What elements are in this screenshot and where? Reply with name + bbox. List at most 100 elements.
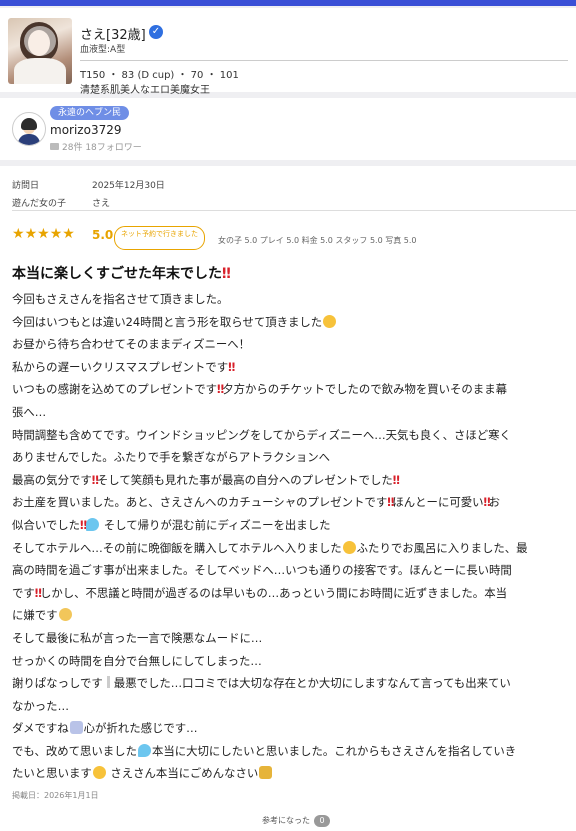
sub-scores: 女の子 5.0 プレイ 5.0 料金 5.0 スタッフ 5.0 写真 5.0 xyxy=(218,236,417,245)
review-body-line: たいと思います さえさん本当にごめんなさい xyxy=(12,762,576,785)
double-exclamation-icon: ‼ xyxy=(80,517,87,532)
review-body-line: に嫌です xyxy=(12,604,576,627)
rating-score: 5.0 xyxy=(92,228,114,242)
reviewer-rank-badge: 永遠のヘブン民 xyxy=(50,106,130,120)
review-text: 最高の気分です xyxy=(12,472,92,487)
review-text: 今回はいつもとは違い24時間と言う形を取らせて頂きました xyxy=(12,314,323,329)
review-text: なかった… xyxy=(12,698,69,713)
review-text: 最悪でした…口コミでは大切な存在とか大切にしますなんて言っても出来てい xyxy=(113,676,511,691)
review-text: ふたりでお風呂に入りました、最 xyxy=(356,540,528,555)
helpful-count: 0 xyxy=(314,815,330,827)
review-text: ダメですね xyxy=(12,721,69,736)
review-text: です xyxy=(12,585,35,600)
review-body-line: でも、改めて思いました 本当に大切にしたいと思いました。これからもさえさんを指名し… xyxy=(12,740,576,763)
review-text: に嫌です xyxy=(12,608,58,623)
review-body-line: 私からの遅ーいクリスマスプレゼントです‼ xyxy=(12,356,576,379)
review-text: お xyxy=(488,495,501,510)
blood-type: 血液型:A型 xyxy=(80,45,126,55)
review-text: ほんとーに可愛い xyxy=(392,495,484,510)
review-text: 謝りぱなっしです xyxy=(12,676,103,691)
review-body-line: 今回はいつもとは違い24時間と言う形を取らせて頂きました xyxy=(12,311,576,334)
face-emoji-icon xyxy=(92,766,106,780)
girl-label: 遊んだ女の子 xyxy=(12,199,67,209)
review-body-line: お昼から待ち合わせてそのままディズニーへ！ xyxy=(12,333,576,356)
reviewer-card[interactable]: 永遠のヘブン民 morizo3729 28件 18フォロワー xyxy=(0,98,576,160)
review-text: そしてホテルへ…その前に晩御飯を購入してホテルへ入りました xyxy=(12,540,342,555)
review-body-line: せっかくの時間を自分で台無しにしてしまった… xyxy=(12,650,576,673)
visit-date: 2025年12月30日 xyxy=(92,181,165,191)
girl-profile-card[interactable]: さえ[32歳] ✓ 血液型:A型 T150 ・ 83 (D cup) ・ 70 … xyxy=(0,8,576,96)
review-text: 夕方からのチケットでしたので飲み物を買いそのまま幕 xyxy=(222,382,507,397)
girl-name[interactable]: さえ[32歳] xyxy=(80,24,146,43)
reviewer-stats-text: 28件 18フォロワー xyxy=(62,143,142,153)
review-body-line: いつもの感謝を込めてのプレゼントです‼夕方からのチケットでしたので飲み物を買いそ… xyxy=(12,378,576,401)
review-card: 訪問日 2025年12月30日 遊んだ女の子 さえ ★★★★★ 5.0 ネット予… xyxy=(0,166,576,831)
star-rating: ★★★★★ xyxy=(12,226,75,242)
review-text: 似合いでした xyxy=(12,517,81,532)
review-text: しかし、不思議と時間が過ぎるのは早いもの…あっという間にお時間に近ずきました。本… xyxy=(39,585,507,600)
bolt-emoji-icon xyxy=(106,676,110,689)
profile-divider xyxy=(80,60,568,61)
review-text: いつもの感謝を込めてのプレゼントです xyxy=(12,382,218,397)
review-text: 心が折れた感じです… xyxy=(83,721,198,736)
review-text: お土産を買いました。あと、さえさんへのカチューシャのプレゼントです xyxy=(12,495,388,510)
review-text: たいと思います xyxy=(12,766,92,781)
face-emoji-icon xyxy=(323,314,337,328)
star-icon: ★ xyxy=(49,226,63,242)
double-exclamation-icon: ‼ xyxy=(392,472,400,487)
reviewer-username[interactable]: morizo3729 xyxy=(50,123,121,137)
review-title-text: 本当に楽しくすごせた年末でした xyxy=(12,266,222,282)
review-body-line: 高の時間を過ごす事が出来ました。そしてベッドへ…いつも通りの接客です。ほんとーに… xyxy=(12,559,576,582)
review-body-line: そして最後に私が言った一言で険悪なムードに… xyxy=(12,627,576,650)
star-icon: ★ xyxy=(12,226,25,242)
review-text: 張へ… xyxy=(12,404,47,419)
double-exclamation-icon: ‼ xyxy=(222,266,231,282)
girl-specs: T150 ・ 83 (D cup) ・ 70 ・ 101 xyxy=(80,70,239,81)
sweat-drops-emoji-icon xyxy=(137,743,151,757)
review-text: 私からの遅ーいクリスマスプレゼントです xyxy=(12,359,229,374)
review-text: ありませんでした。ふたりで手を繋ぎながらアトラクションへ xyxy=(12,450,331,465)
review-body-line: ダメですね 心が折れた感じです… xyxy=(12,717,576,740)
review-body-line: ありませんでした。ふたりで手を繋ぎながらアトラクションへ xyxy=(12,446,576,469)
review-text: さえさん本当にごめんなさい xyxy=(106,766,259,781)
review-body-line: 最高の気分です‼そして笑顔も見れた事が最高の自分へのプレゼントでした‼ xyxy=(12,469,576,492)
posted-date: 掲載日：2026年1月1日 xyxy=(12,791,99,800)
review-body-line: 似合いでした‼ そして帰りが混む前にディズニーを出ました xyxy=(12,514,576,537)
crown-emoji-icon xyxy=(259,766,273,780)
review-body-line: お土産を買いました。あと、さえさんへのカチューシャのプレゼントです‼ほんとーに可… xyxy=(12,491,576,514)
review-text: お昼から待ち合わせてそのままディズニーへ！ xyxy=(12,337,251,352)
review-text: そして笑顔も見れた事が最高の自分へのプレゼントでした xyxy=(96,472,393,487)
verified-check-icon: ✓ xyxy=(149,25,163,39)
girl-name-value: さえ xyxy=(92,199,111,209)
net-booking-badge: ネット予約で行きました xyxy=(114,226,205,250)
top-accent-bar xyxy=(0,0,576,6)
meta-divider xyxy=(12,210,576,211)
review-text: 本当に大切にしたいと思いました。これからもさえさんを指名していき xyxy=(151,743,517,758)
girl-photo[interactable] xyxy=(8,18,72,84)
review-body-line: なかった… xyxy=(12,695,576,718)
review-body-line: そしてホテルへ…その前に晩御飯を購入してホテルへ入りました ふたりでお風呂に入りま… xyxy=(12,537,576,560)
visit-date-label: 訪問日 xyxy=(12,181,40,191)
review-text: そして最後に私が言った一言で険悪なムードに… xyxy=(12,630,263,645)
review-text: 高の時間を過ごす事が出来ました。そしてベッドへ…いつも通りの接客です。ほんとーに… xyxy=(12,563,512,578)
helpful-label: 参考になった xyxy=(262,816,310,825)
review-text: でも、改めて思いました xyxy=(12,743,137,758)
review-body-line: 張へ… xyxy=(12,401,576,424)
reviewer-avatar[interactable] xyxy=(12,112,46,146)
girl-catch-copy: 清楚系肌美人なエロ美魔女王 xyxy=(80,85,210,96)
review-count-icon xyxy=(50,143,59,150)
double-exclamation-icon: ‼ xyxy=(228,359,235,374)
review-text: せっかくの時間を自分で台無しにしてしまった… xyxy=(12,653,262,668)
star-icon: ★ xyxy=(62,226,75,242)
star-icon: ★ xyxy=(24,226,38,242)
review-text: 時間調整も含めてです。ウインドショッピングをしてからディズニーへ…天気も良く、さ… xyxy=(12,427,511,442)
crying-face-emoji-icon xyxy=(58,608,72,622)
face-emoji-icon xyxy=(342,540,356,554)
review-text: そして帰りが混む前にディズニーを出ました xyxy=(100,517,331,532)
star-icon: ★ xyxy=(37,226,50,242)
reviewer-stats: 28件 18フォロワー xyxy=(50,140,142,153)
sweat-drops-emoji-icon xyxy=(86,517,100,531)
review-body-line: 謝りぱなっしです 最悪でした…口コミでは大切な存在とか大切にしますなんて言っても出… xyxy=(12,672,576,695)
sad-figure-emoji-icon xyxy=(69,721,83,735)
helpful-button[interactable]: 参考になった 0 xyxy=(262,815,330,827)
